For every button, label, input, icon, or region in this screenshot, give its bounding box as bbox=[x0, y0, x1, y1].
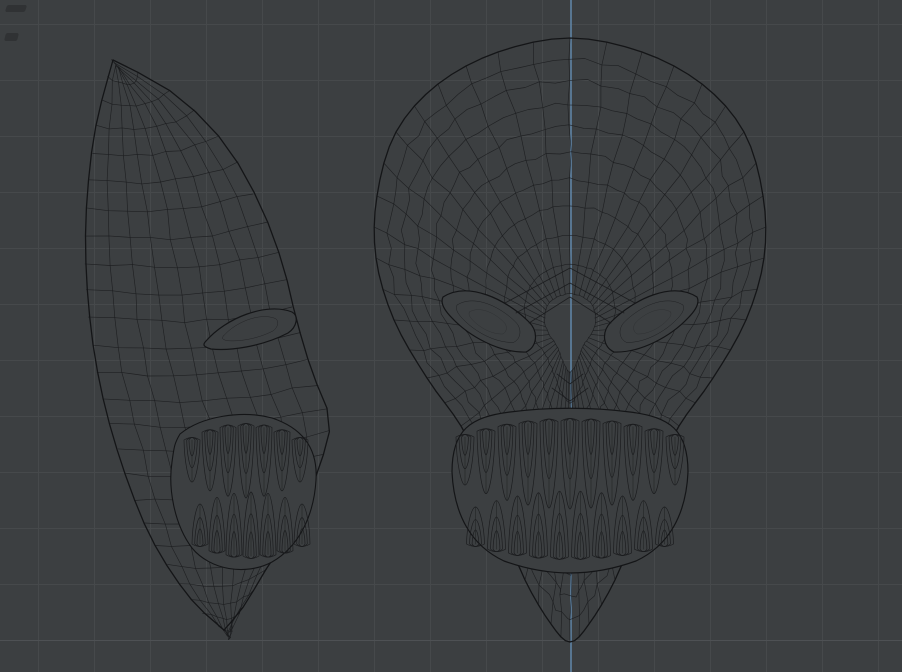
3d-viewport[interactable] bbox=[0, 0, 902, 672]
wireframe-meshes bbox=[84, 37, 767, 643]
mask-front-view-mesh[interactable] bbox=[373, 37, 767, 643]
mask-side-view-mesh[interactable] bbox=[84, 59, 331, 641]
